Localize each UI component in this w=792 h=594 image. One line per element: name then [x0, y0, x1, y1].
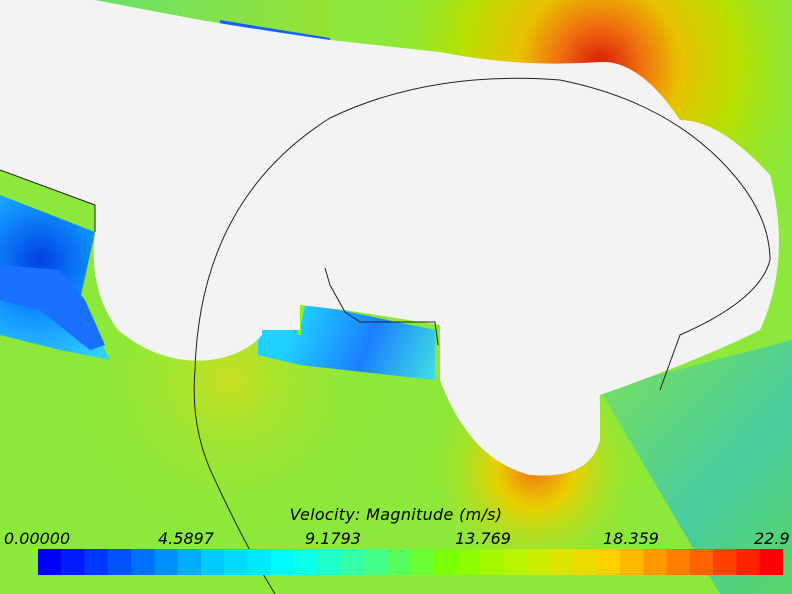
colorbar-band — [689, 549, 714, 575]
colorbar-band — [620, 549, 644, 575]
colorbar-band — [38, 549, 62, 575]
colorbar-band — [666, 549, 691, 575]
colorbar-band — [317, 549, 342, 575]
legend-colorbar — [38, 549, 783, 575]
legend-tick-2: 4.5897 — [158, 529, 214, 548]
colorbar-band — [759, 549, 783, 575]
colorbar-band — [270, 549, 295, 575]
legend-tick-max: 22.9 — [754, 529, 790, 548]
colorbar-band — [457, 549, 481, 575]
colorbar-band — [433, 549, 458, 575]
colorbar-band — [84, 549, 109, 575]
colorbar-band — [247, 549, 272, 575]
colorbar-band — [387, 549, 412, 575]
colorbar-band — [526, 549, 551, 575]
legend-tick-5: 18.359 — [603, 529, 659, 548]
colorbar-band — [713, 549, 738, 575]
legend-tick-4: 13.769 — [455, 529, 511, 548]
colorbar-band — [596, 549, 621, 575]
colorbar-band — [503, 549, 528, 575]
colorbar-band — [363, 549, 388, 575]
colorbar-band — [294, 549, 318, 575]
colorbar-band — [107, 549, 132, 575]
colorbar-band — [480, 549, 505, 575]
colorbar-band — [340, 549, 365, 575]
legend-tick-min: 0.00000 — [4, 529, 71, 548]
colorbar-band — [736, 549, 761, 575]
colorbar-band — [131, 549, 156, 575]
colorbar-band — [573, 549, 598, 575]
legend-tick-3: 9.1793 — [305, 529, 361, 548]
colorbar-band — [154, 549, 179, 575]
colorbar-band — [200, 549, 225, 575]
colorbar-band — [410, 549, 435, 575]
colorbar-band — [177, 549, 202, 575]
colorbar-band — [643, 549, 668, 575]
legend-title: Velocity: Magnitude (m/s) — [289, 505, 503, 524]
colorbar-band — [550, 549, 575, 575]
colorbar-band — [61, 549, 86, 575]
colorbar-band — [224, 549, 249, 575]
